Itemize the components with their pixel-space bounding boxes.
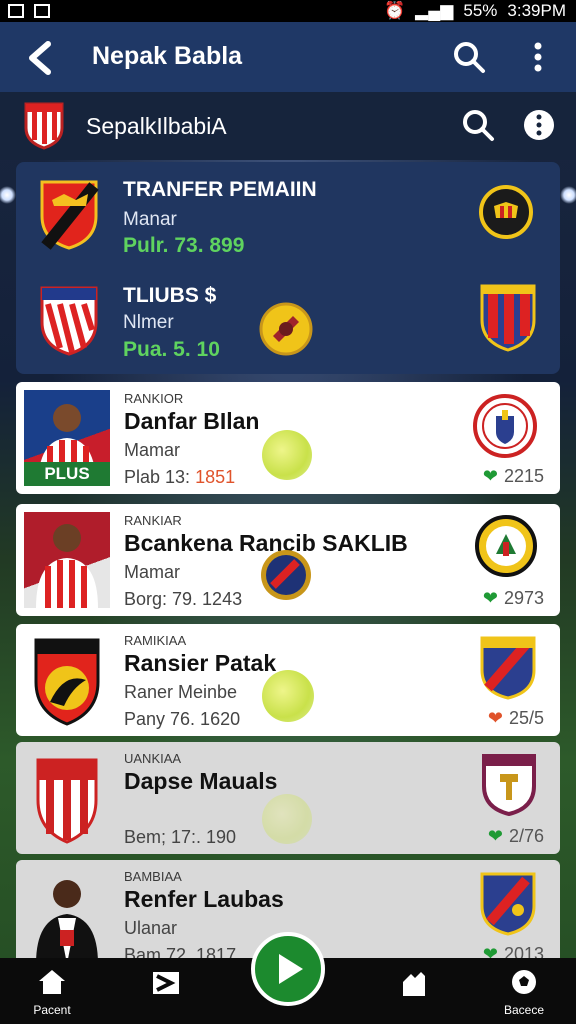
- hand-icon: [403, 972, 425, 996]
- heart-icon: ❤: [482, 466, 498, 486]
- nav-transfer[interactable]: [146, 968, 186, 1003]
- card-rank: RAMIKIAA: [124, 633, 187, 648]
- club-crest-icon: [40, 286, 98, 356]
- play-icon: [279, 954, 303, 984]
- stat-prefix: Borg: 79. 1243: [124, 589, 243, 609]
- card-score: ❤ 2/76: [488, 826, 544, 847]
- ball-icon: [262, 430, 312, 480]
- club-crest-icon: [482, 754, 536, 816]
- stat-highlight: 1851: [195, 467, 236, 487]
- club-logo: [24, 750, 110, 846]
- transfer-subtitle: Nlmer: [123, 312, 174, 333]
- card-subtitle: Raner Meinbe: [124, 682, 238, 702]
- ball-icon: [512, 970, 536, 994]
- player-photo: PLUS: [24, 390, 110, 486]
- club-crest-icon: [480, 636, 536, 700]
- club-crest-icon: [473, 394, 537, 458]
- alarm-icon: ⏰: [384, 1, 406, 20]
- thumb-label: PLUS: [24, 462, 110, 486]
- stat-prefix: Pany 76. 1620: [124, 709, 241, 729]
- play-button[interactable]: [251, 932, 325, 1006]
- club-crest-icon: [24, 102, 64, 150]
- card-score: ❤ 25/5: [488, 708, 544, 729]
- nav-badge[interactable]: Bacece: [496, 968, 552, 1017]
- transfer-value: Pua. 5. 10: [123, 338, 220, 361]
- battery-level: 55%: [463, 1, 498, 20]
- nav-label: Bacece: [503, 1003, 545, 1017]
- player-photo: [24, 512, 110, 608]
- card-name: Dapse Mauals: [124, 768, 278, 794]
- card-stat: Plab 13: 1851: [124, 467, 235, 488]
- app-bar: Nepak Babla: [0, 22, 576, 92]
- nav-deals[interactable]: [394, 968, 434, 1003]
- player-avatar: [36, 524, 98, 608]
- stat-prefix: Plab 13:: [124, 467, 191, 487]
- club-crest-icon: [475, 515, 537, 577]
- player-card[interactable]: PLUS RANKIOR Danfar BIlan Mamar Plab 13:…: [16, 382, 560, 494]
- score-value: 2215: [503, 466, 544, 486]
- search-icon[interactable]: [452, 40, 486, 74]
- clock: 3:39PM: [507, 1, 566, 20]
- ball-icon: [262, 670, 314, 722]
- card-name: Ransier Patak: [124, 650, 277, 676]
- transfer-title: TLIUBS $: [123, 284, 217, 307]
- heart-icon: ❤: [487, 708, 503, 728]
- club-crest-icon: [34, 638, 100, 726]
- card-name: Danfar BIlan: [124, 408, 260, 434]
- home-icon: [39, 970, 65, 994]
- search-icon[interactable]: [461, 108, 495, 142]
- nav-label: Pacent: [33, 1003, 71, 1017]
- more-vert-icon[interactable]: [521, 40, 555, 74]
- club-crest-icon: [40, 180, 99, 250]
- player-avatar: [36, 880, 98, 964]
- stat-prefix: Bem; 17:. 190: [124, 827, 237, 847]
- card-rank: UANKIAA: [124, 751, 182, 766]
- club-logo: [24, 632, 110, 728]
- club-badge-icon: [259, 302, 313, 356]
- card-score: ❤ 2973: [483, 588, 544, 609]
- player-photo: [24, 868, 110, 964]
- notification-icon: [8, 4, 24, 18]
- transfer-subtitle: Manar: [123, 209, 177, 230]
- card-rank: RANKIAR: [124, 513, 182, 528]
- stadium-light: [560, 186, 576, 204]
- card-name: Renfer Laubas: [124, 886, 284, 912]
- player-card[interactable]: UANKIAA Dapse Mauals Bem; 17:. 190 ❤ 2/7…: [16, 742, 560, 854]
- club-crest-icon: [36, 758, 98, 844]
- card-stat: Pany 76. 1620: [124, 709, 240, 730]
- card-rank: BAMBIAA: [124, 869, 182, 884]
- card-stat: Bem; 17:. 190: [124, 827, 236, 848]
- info-icon[interactable]: [522, 108, 556, 142]
- club-header: SepalkIlbabiA: [0, 92, 576, 160]
- score-value: 25/5: [508, 708, 544, 728]
- app-title: Nepak Babla: [92, 42, 243, 70]
- ball-icon: [262, 794, 312, 844]
- club-crest-icon: [480, 872, 536, 936]
- nav-home[interactable]: Pacent: [22, 968, 82, 1017]
- club-crest-icon: [480, 284, 536, 352]
- card-rank: RANKIOR: [124, 391, 184, 406]
- back-icon[interactable]: [20, 38, 60, 78]
- club-title: SepalkIlbabiA: [86, 113, 227, 139]
- card-score: ❤ 2215: [483, 466, 544, 487]
- card-subtitle: Ulanar: [124, 918, 178, 938]
- transfer-value: Pulr. 73. 899: [123, 234, 245, 257]
- card-stat: Borg: 79. 1243: [124, 589, 242, 610]
- card-subtitle: Mamar: [124, 562, 181, 582]
- card-subtitle: Mamar: [124, 440, 181, 460]
- club-badge-icon: [479, 185, 533, 239]
- player-card[interactable]: RAMIKIAA Ransier Patak Raner Meinbe Pany…: [16, 624, 560, 736]
- status-bar: ⏰ ▂▄▆ 55% 3:39PM: [0, 0, 576, 22]
- heart-icon: ❤: [482, 588, 498, 608]
- score-value: 2973: [503, 588, 544, 608]
- club-badge-icon: [261, 550, 311, 600]
- swap-icon: [153, 972, 179, 994]
- transfer-title: TRANFER PEMAIIN: [123, 178, 317, 201]
- transfer-panel[interactable]: TRANFER PEMAIIN Manar Pulr. 73. 899 TLIU…: [16, 162, 560, 374]
- signal-icon: ▂▄▆: [415, 1, 454, 20]
- heart-icon: ❤: [487, 826, 503, 846]
- image-notification-icon: [34, 4, 50, 18]
- score-value: 2/76: [508, 826, 544, 846]
- player-card[interactable]: RANKIAR Bcankena Rancib SAKLIB Mamar Bor…: [16, 504, 560, 616]
